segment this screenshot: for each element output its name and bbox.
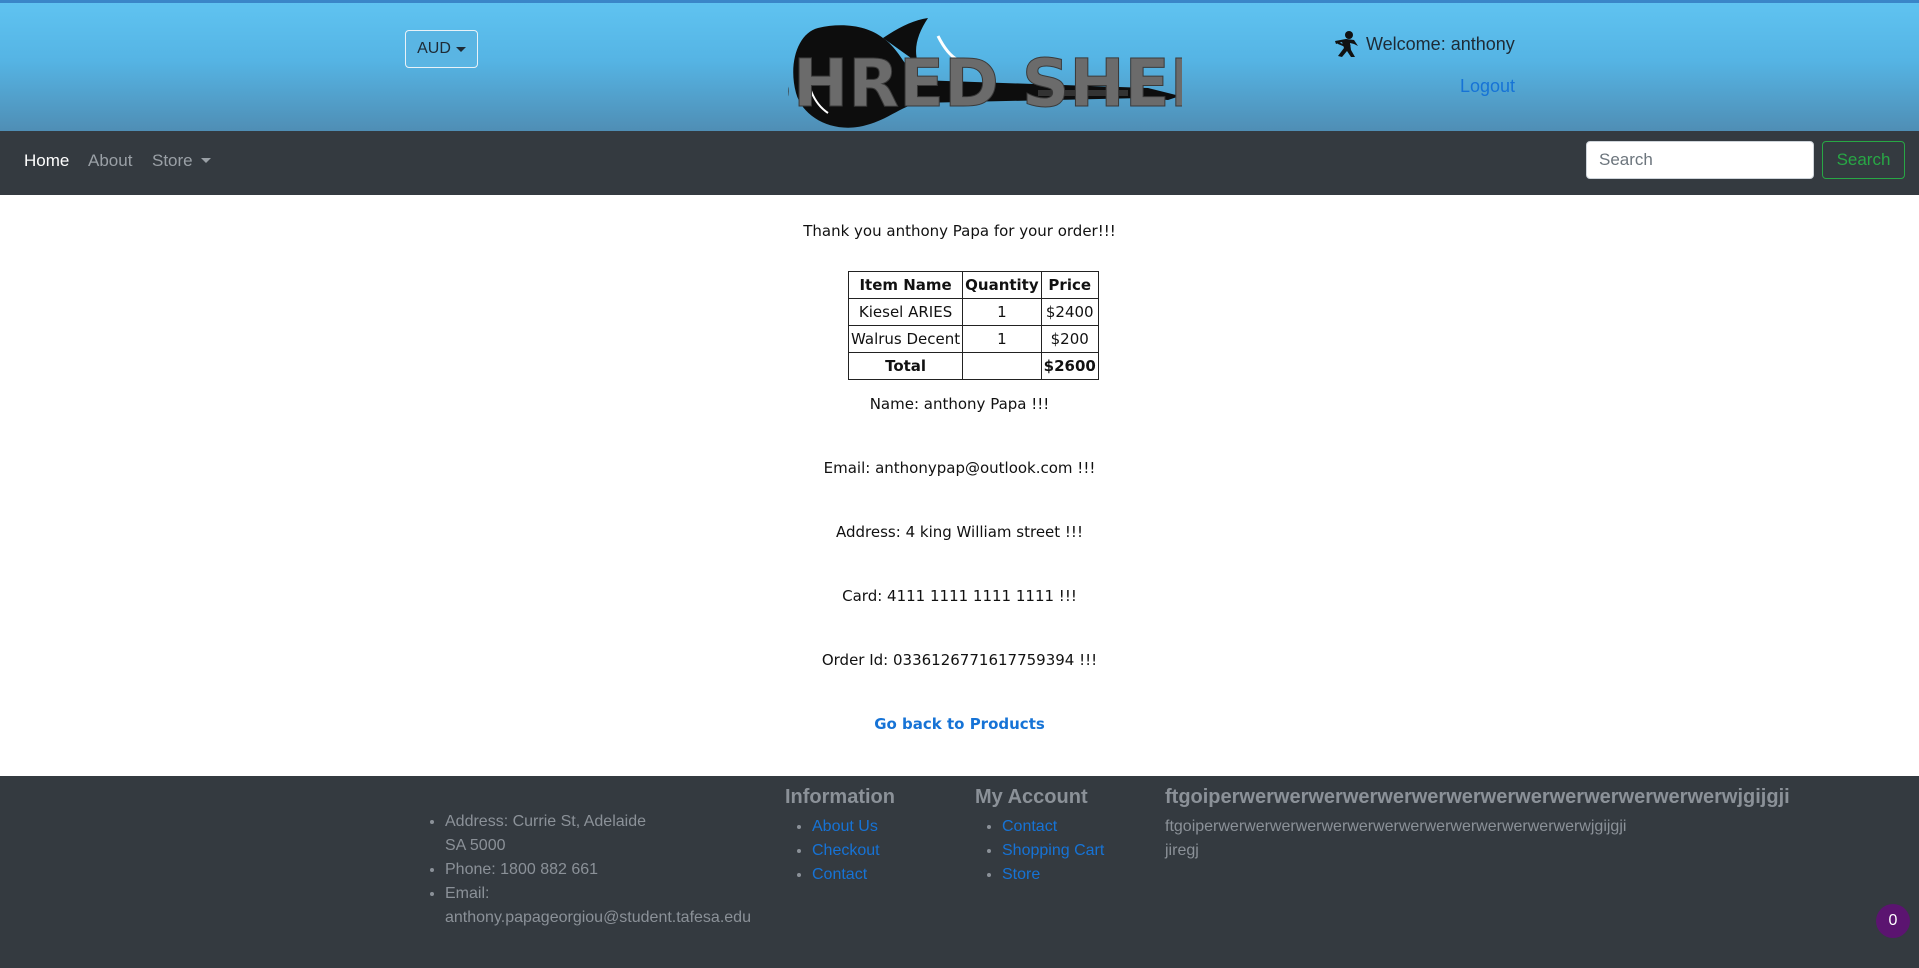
shred-shed-logo[interactable]: SHRED SHED <box>788 8 1182 132</box>
welcome-text: Welcome: anthony <box>1366 33 1515 54</box>
footer-email: Email: anthony.papageorgiou@student.tafe… <box>445 882 758 930</box>
search-input[interactable] <box>1586 141 1814 179</box>
nav-home[interactable]: Home <box>24 151 69 171</box>
item-name-cell: Kiesel ARIES <box>847 298 964 326</box>
table-header-row: Item Name Quantity Price <box>847 271 1099 299</box>
footer-address-line1: Address: Currie St, Adelaide <box>445 813 646 830</box>
price-cell: $2400 <box>1040 298 1099 326</box>
footer-link-about-us[interactable]: About Us <box>812 818 878 835</box>
footer-information: Information About Us Checkout Contact <box>785 786 895 887</box>
nav-store-label: Store <box>152 151 193 170</box>
back-link-container: Go back to Products <box>0 715 1919 733</box>
back-to-products-link[interactable]: Go back to Products <box>874 715 1045 733</box>
currency-dropdown[interactable]: AUD <box>405 30 478 68</box>
quantity-cell: 1 <box>962 298 1042 326</box>
item-name-cell: Walrus Decent <box>847 325 964 353</box>
order-confirmation: Thank you anthony Papa for your order!!!… <box>0 195 1919 776</box>
footer-contact: Address: Currie St, Adelaide SA 5000 Pho… <box>418 810 758 930</box>
footer-email-label: Email: <box>445 885 490 902</box>
footer-link-contact[interactable]: Contact <box>812 866 867 883</box>
footer-link-contact[interactable]: Contact <box>1002 818 1057 835</box>
total-row: Total $2600 <box>847 352 1099 380</box>
footer-phone: Phone: 1800 882 661 <box>445 858 758 882</box>
total-quantity-cell <box>962 352 1042 380</box>
footer-address-line2: SA 5000 <box>445 837 506 854</box>
column-header: Item Name <box>847 271 964 299</box>
table-row: Walrus Decent 1 $200 <box>847 325 1099 353</box>
thank-you-message: Thank you anthony Papa for your order!!! <box>803 222 1116 240</box>
price-cell: $200 <box>1040 325 1099 353</box>
search-button[interactable]: Search <box>1822 141 1905 179</box>
footer-misc: ftgoiperwerwerwerwerwerwerwerwerwerwerwe… <box>1165 786 1905 863</box>
column-header: Price <box>1040 271 1099 299</box>
site-header: AUD SHRED SHED Welcome: anthony Logout <box>0 0 1919 131</box>
currency-label: AUD <box>417 40 451 57</box>
customer-email: Email: anthonypap@outlook.com !!! <box>823 459 1096 477</box>
caret-down-icon <box>200 158 211 163</box>
footer-information-title: Information <box>785 786 895 808</box>
nav-store-dropdown[interactable]: Store <box>152 151 211 171</box>
order-table: Item Name Quantity Price Kiesel ARIES 1 … <box>847 271 1099 380</box>
caret-down-icon <box>455 46 466 52</box>
order-id: Order Id: 0336126771617759394 !!! <box>821 651 1098 669</box>
footer-my-account-title: My Account <box>975 786 1088 808</box>
site-footer: Address: Currie St, Adelaide SA 5000 Pho… <box>0 776 1919 968</box>
logo-text: SHRED SHED <box>788 45 1182 122</box>
footer-misc-title: ftgoiperwerwerwerwerwerwerwerwerwerwerwe… <box>1165 786 1790 808</box>
total-value: $2600 <box>1040 352 1099 380</box>
footer-address: Address: Currie St, Adelaide SA 5000 <box>445 810 758 858</box>
welcome-message: Welcome: anthony <box>1332 29 1515 59</box>
footer-link-shopping-cart[interactable]: Shopping Cart <box>1002 842 1104 859</box>
table-row: Kiesel ARIES 1 $2400 <box>847 298 1099 326</box>
customer-address: Address: 4 king William street !!! <box>836 523 1083 541</box>
column-header: Quantity <box>962 271 1042 299</box>
footer-misc-line1: ftgoiperwerwerwerwerwerwerwerwerwerwerwe… <box>1165 818 1627 835</box>
nav-about[interactable]: About <box>88 151 132 171</box>
footer-link-checkout[interactable]: Checkout <box>812 842 880 859</box>
footer-my-account: My Account Contact Shopping Cart Store <box>975 786 1104 887</box>
total-label: Total <box>847 352 964 380</box>
footer-email-value: anthony.papageorgiou@student.tafesa.edu <box>445 909 751 926</box>
guitarist-icon <box>1335 31 1358 57</box>
cart-count-badge[interactable]: 0 <box>1876 904 1910 938</box>
footer-link-store[interactable]: Store <box>1002 866 1040 883</box>
customer-name: Name: anthony Papa !!! <box>869 395 1050 413</box>
quantity-cell: 1 <box>962 325 1042 353</box>
customer-card: Card: 4111 1111 1111 1111 !!! <box>842 587 1077 605</box>
footer-misc-line2: jiregj <box>1165 842 1199 859</box>
logout-link[interactable]: Logout <box>1460 76 1515 97</box>
